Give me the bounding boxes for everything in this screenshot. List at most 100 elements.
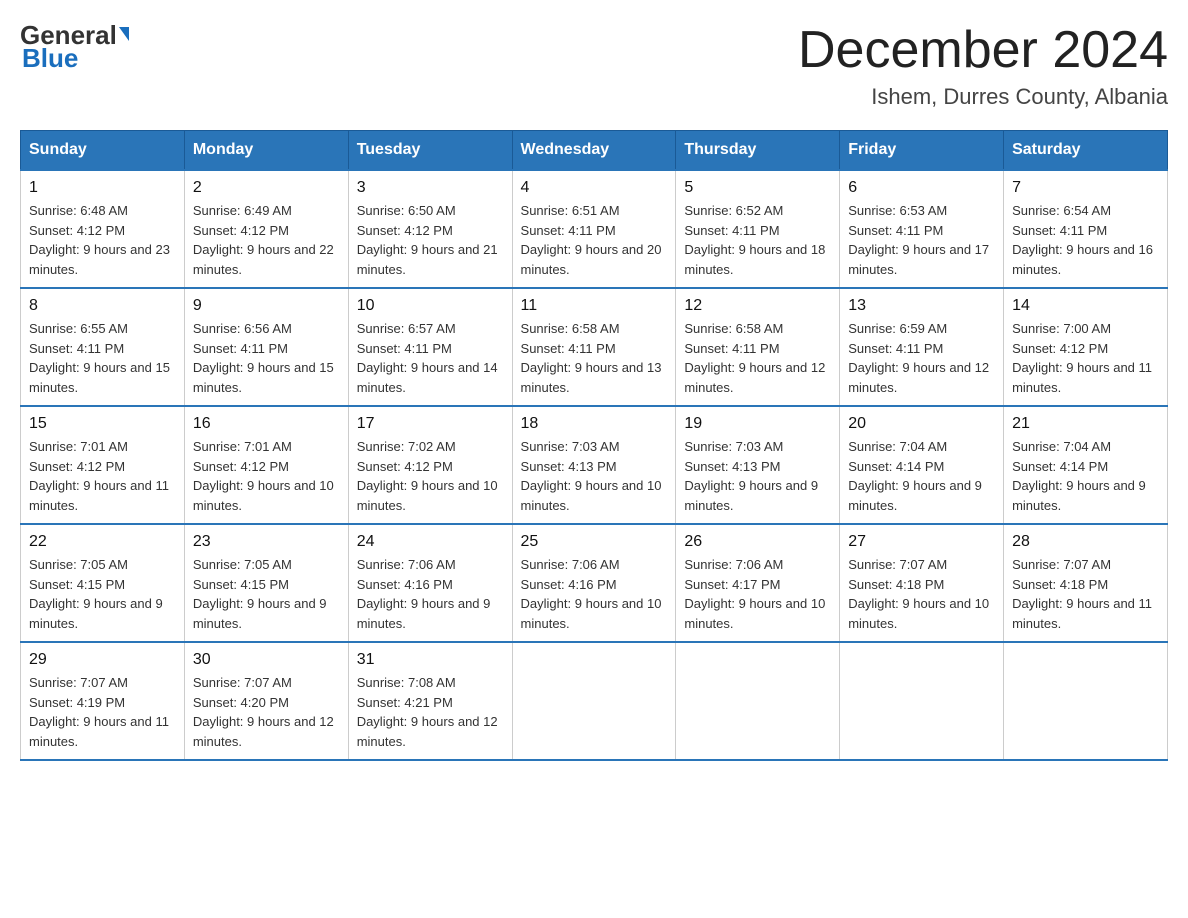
day-info: Sunrise: 7:05 AMSunset: 4:15 PMDaylight:… <box>193 555 340 633</box>
calendar-cell: 14Sunrise: 7:00 AMSunset: 4:12 PMDayligh… <box>1004 288 1168 406</box>
day-number: 27 <box>848 533 995 551</box>
day-info: Sunrise: 7:01 AMSunset: 4:12 PMDaylight:… <box>193 437 340 515</box>
day-number: 12 <box>684 297 831 315</box>
calendar-cell <box>1004 642 1168 760</box>
day-info: Sunrise: 7:07 AMSunset: 4:18 PMDaylight:… <box>1012 555 1159 633</box>
calendar-cell: 19Sunrise: 7:03 AMSunset: 4:13 PMDayligh… <box>676 406 840 524</box>
column-header-tuesday: Tuesday <box>348 131 512 171</box>
day-number: 13 <box>848 297 995 315</box>
calendar-cell: 16 Sunrise: 7:01 AMSunset: 4:12 PMDayligh… <box>184 406 348 524</box>
day-info: Sunrise: 6:56 AMSunset: 4:11 PMDaylight:… <box>193 319 340 397</box>
column-header-friday: Friday <box>840 131 1004 171</box>
day-info: Sunrise: 6:48 AMSunset: 4:12 PMDaylight:… <box>29 201 176 279</box>
day-info: Sunrise: 7:00 AMSunset: 4:12 PMDaylight:… <box>1012 319 1159 397</box>
calendar-cell: 3 Sunrise: 6:50 AMSunset: 4:12 PMDaylight… <box>348 170 512 288</box>
calendar-cell: 29 Sunrise: 7:07 AMSunset: 4:19 PMDayligh… <box>21 642 185 760</box>
calendar-cell: 12 Sunrise: 6:58 AMSunset: 4:11 PMDayligh… <box>676 288 840 406</box>
day-number: 10 <box>357 297 504 315</box>
day-info: Sunrise: 7:06 AMSunset: 4:17 PMDaylight:… <box>684 555 831 633</box>
day-number: 30 <box>193 651 340 669</box>
day-info: Sunrise: 6:59 AMSunset: 4:11 PMDaylight:… <box>848 319 995 397</box>
day-number: 5 <box>684 179 831 197</box>
day-info: Sunrise: 6:50 AMSunset: 4:12 PMDaylight:… <box>357 201 504 279</box>
logo-blue-text: Blue <box>20 43 78 74</box>
calendar-cell: 4Sunrise: 6:51 AMSunset: 4:11 PMDaylight… <box>512 170 676 288</box>
calendar-cell: 9 Sunrise: 6:56 AMSunset: 4:11 PMDaylight… <box>184 288 348 406</box>
day-number: 6 <box>848 179 995 197</box>
day-info: Sunrise: 6:57 AMSunset: 4:11 PMDaylight:… <box>357 319 504 397</box>
day-number: 7 <box>1012 179 1159 197</box>
column-header-wednesday: Wednesday <box>512 131 676 171</box>
calendar-table: SundayMondayTuesdayWednesdayThursdayFrid… <box>20 130 1168 761</box>
calendar-week-1: 1 Sunrise: 6:48 AMSunset: 4:12 PMDaylight… <box>21 170 1168 288</box>
day-info: Sunrise: 6:49 AMSunset: 4:12 PMDaylight:… <box>193 201 340 279</box>
day-info: Sunrise: 7:05 AMSunset: 4:15 PMDaylight:… <box>29 555 176 633</box>
day-info: Sunrise: 6:58 AMSunset: 4:11 PMDaylight:… <box>684 319 831 397</box>
calendar-header-row: SundayMondayTuesdayWednesdayThursdayFrid… <box>21 131 1168 171</box>
calendar-cell <box>840 642 1004 760</box>
calendar-cell: 18 Sunrise: 7:03 AMSunset: 4:13 PMDayligh… <box>512 406 676 524</box>
calendar-cell: 30 Sunrise: 7:07 AMSunset: 4:20 PMDayligh… <box>184 642 348 760</box>
day-info: Sunrise: 6:58 AMSunset: 4:11 PMDaylight:… <box>521 319 668 397</box>
calendar-cell: 8 Sunrise: 6:55 AMSunset: 4:11 PMDaylight… <box>21 288 185 406</box>
location-title: Ishem, Durres County, Albania <box>798 84 1168 110</box>
day-info: Sunrise: 7:07 AMSunset: 4:19 PMDaylight:… <box>29 673 176 751</box>
calendar-cell: 1 Sunrise: 6:48 AMSunset: 4:12 PMDaylight… <box>21 170 185 288</box>
day-info: Sunrise: 7:06 AMSunset: 4:16 PMDaylight:… <box>357 555 504 633</box>
day-info: Sunrise: 7:04 AMSunset: 4:14 PMDaylight:… <box>848 437 995 515</box>
calendar-cell <box>512 642 676 760</box>
calendar-week-3: 15 Sunrise: 7:01 AMSunset: 4:12 PMDayligh… <box>21 406 1168 524</box>
calendar-cell: 13 Sunrise: 6:59 AMSunset: 4:11 PMDayligh… <box>840 288 1004 406</box>
day-number: 23 <box>193 533 340 551</box>
calendar-cell: 10 Sunrise: 6:57 AMSunset: 4:11 PMDayligh… <box>348 288 512 406</box>
day-number: 9 <box>193 297 340 315</box>
day-number: 20 <box>848 415 995 433</box>
day-number: 16 <box>193 415 340 433</box>
calendar-cell: 6 Sunrise: 6:53 AMSunset: 4:11 PMDaylight… <box>840 170 1004 288</box>
page-header: General Blue December 2024 Ishem, Durres… <box>20 20 1168 110</box>
day-number: 17 <box>357 415 504 433</box>
day-number: 28 <box>1012 533 1159 551</box>
day-number: 1 <box>29 179 176 197</box>
day-info: Sunrise: 7:02 AMSunset: 4:12 PMDaylight:… <box>357 437 504 515</box>
day-number: 8 <box>29 297 176 315</box>
calendar-cell: 27 Sunrise: 7:07 AMSunset: 4:18 PMDayligh… <box>840 524 1004 642</box>
column-header-thursday: Thursday <box>676 131 840 171</box>
day-info: Sunrise: 6:53 AMSunset: 4:11 PMDaylight:… <box>848 201 995 279</box>
column-header-sunday: Sunday <box>21 131 185 171</box>
day-number: 21 <box>1012 415 1159 433</box>
column-header-saturday: Saturday <box>1004 131 1168 171</box>
day-number: 26 <box>684 533 831 551</box>
column-header-monday: Monday <box>184 131 348 171</box>
calendar-cell: 15 Sunrise: 7:01 AMSunset: 4:12 PMDayligh… <box>21 406 185 524</box>
day-number: 25 <box>521 533 668 551</box>
calendar-cell: 20 Sunrise: 7:04 AMSunset: 4:14 PMDayligh… <box>840 406 1004 524</box>
calendar-cell: 11Sunrise: 6:58 AMSunset: 4:11 PMDayligh… <box>512 288 676 406</box>
calendar-cell <box>676 642 840 760</box>
day-info: Sunrise: 6:52 AMSunset: 4:11 PMDaylight:… <box>684 201 831 279</box>
day-number: 2 <box>193 179 340 197</box>
day-info: Sunrise: 7:03 AMSunset: 4:13 PMDaylight:… <box>521 437 668 515</box>
day-info: Sunrise: 7:08 AMSunset: 4:21 PMDaylight:… <box>357 673 504 751</box>
day-number: 29 <box>29 651 176 669</box>
day-info: Sunrise: 7:06 AMSunset: 4:16 PMDaylight:… <box>521 555 668 633</box>
day-info: Sunrise: 7:01 AMSunset: 4:12 PMDaylight:… <box>29 437 176 515</box>
day-number: 18 <box>521 415 668 433</box>
calendar-cell: 21 Sunrise: 7:04 AMSunset: 4:14 PMDayligh… <box>1004 406 1168 524</box>
calendar-cell: 24Sunrise: 7:06 AMSunset: 4:16 PMDayligh… <box>348 524 512 642</box>
day-info: Sunrise: 6:55 AMSunset: 4:11 PMDaylight:… <box>29 319 176 397</box>
day-info: Sunrise: 7:07 AMSunset: 4:18 PMDaylight:… <box>848 555 995 633</box>
day-info: Sunrise: 6:51 AMSunset: 4:11 PMDaylight:… <box>521 201 668 279</box>
calendar-cell: 28 Sunrise: 7:07 AMSunset: 4:18 PMDayligh… <box>1004 524 1168 642</box>
day-info: Sunrise: 7:03 AMSunset: 4:13 PMDaylight:… <box>684 437 831 515</box>
day-info: Sunrise: 7:04 AMSunset: 4:14 PMDaylight:… <box>1012 437 1159 515</box>
day-info: Sunrise: 7:07 AMSunset: 4:20 PMDaylight:… <box>193 673 340 751</box>
calendar-cell: 23 Sunrise: 7:05 AMSunset: 4:15 PMDayligh… <box>184 524 348 642</box>
calendar-cell: 22Sunrise: 7:05 AMSunset: 4:15 PMDayligh… <box>21 524 185 642</box>
logo-arrow-icon <box>119 27 129 41</box>
day-number: 15 <box>29 415 176 433</box>
day-number: 3 <box>357 179 504 197</box>
calendar-cell: 26 Sunrise: 7:06 AMSunset: 4:17 PMDayligh… <box>676 524 840 642</box>
title-block: December 2024 Ishem, Durres County, Alba… <box>798 20 1168 110</box>
calendar-cell: 17 Sunrise: 7:02 AMSunset: 4:12 PMDayligh… <box>348 406 512 524</box>
